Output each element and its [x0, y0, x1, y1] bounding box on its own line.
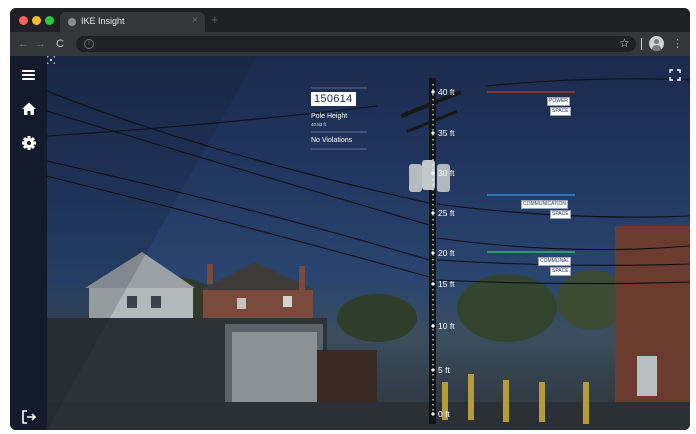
maximize-window-button[interactable]	[45, 16, 54, 25]
tab-title: IKE Insight	[81, 16, 125, 26]
gear-icon[interactable]	[18, 132, 40, 154]
camera-view[interactable]: 150614 Pole Height 40.83 ft No Violation…	[47, 56, 690, 430]
violations-status: No Violations	[311, 137, 353, 144]
app-area: 150614 Pole Height 40.83 ft No Violation…	[10, 56, 690, 430]
favicon-icon	[68, 18, 76, 26]
tab-bar: IKE Insight × +	[10, 8, 690, 32]
focus-target-icon[interactable]	[47, 56, 55, 64]
height-label-5: 5 ft	[438, 365, 450, 375]
forward-arrow-icon[interactable]: →	[35, 37, 46, 51]
pole-height-value: 40.83 ft	[311, 122, 327, 127]
new-tab-button[interactable]: +	[211, 12, 219, 28]
browser-tab[interactable]: IKE Insight ×	[60, 12, 205, 32]
home-icon[interactable]	[18, 98, 40, 120]
toolbar-divider	[641, 38, 642, 50]
profile-avatar[interactable]	[649, 36, 664, 51]
reload-icon[interactable]: C	[56, 37, 64, 51]
tab-close-icon[interactable]: ×	[192, 15, 198, 26]
hamburger-menu-icon[interactable]	[18, 64, 40, 86]
communal-space-tag-line1: COMMUNAL	[538, 257, 572, 266]
logout-icon[interactable]	[18, 406, 40, 428]
close-window-button[interactable]	[19, 16, 28, 25]
address-bar[interactable]: i	[76, 36, 636, 52]
street-scene-illustration	[47, 56, 690, 430]
height-label-25: 25 ft	[438, 208, 455, 218]
bookmark-star-icon[interactable]: ☆	[619, 36, 630, 50]
height-label-30: 30 ft	[438, 168, 455, 178]
fullscreen-icon[interactable]	[666, 66, 684, 84]
height-label-15: 15 ft	[438, 279, 455, 289]
sidebar	[10, 56, 47, 430]
power-space-tag-line1: POWER	[547, 97, 570, 106]
pole-id: 150614	[311, 92, 356, 106]
browser-toolbar: ← → C i ☆ ⋮	[10, 32, 690, 56]
browser-window: IKE Insight × + ← → C i ☆ ⋮ 150614 Pole …	[10, 8, 690, 430]
power-space-tag-line2: SPACE	[550, 107, 571, 116]
height-label-0: 0 ft	[438, 409, 450, 419]
height-label-20: 20 ft	[438, 248, 455, 258]
height-label-35: 35 ft	[438, 128, 455, 138]
browser-menu-icon[interactable]: ⋮	[672, 37, 683, 51]
communication-space-tag-line1: COMMUNICATION	[521, 200, 568, 209]
pole-height-label: Pole Height	[311, 113, 348, 120]
info-icon[interactable]: i	[84, 39, 94, 49]
height-label-10: 10 ft	[438, 321, 455, 331]
minimize-window-button[interactable]	[32, 16, 41, 25]
communication-space-tag-line2: SPACE	[550, 210, 571, 219]
communal-space-tag-line2: SPACE	[550, 267, 571, 276]
height-label-40: 40 ft	[438, 87, 455, 97]
back-arrow-icon[interactable]: ←	[18, 37, 29, 51]
